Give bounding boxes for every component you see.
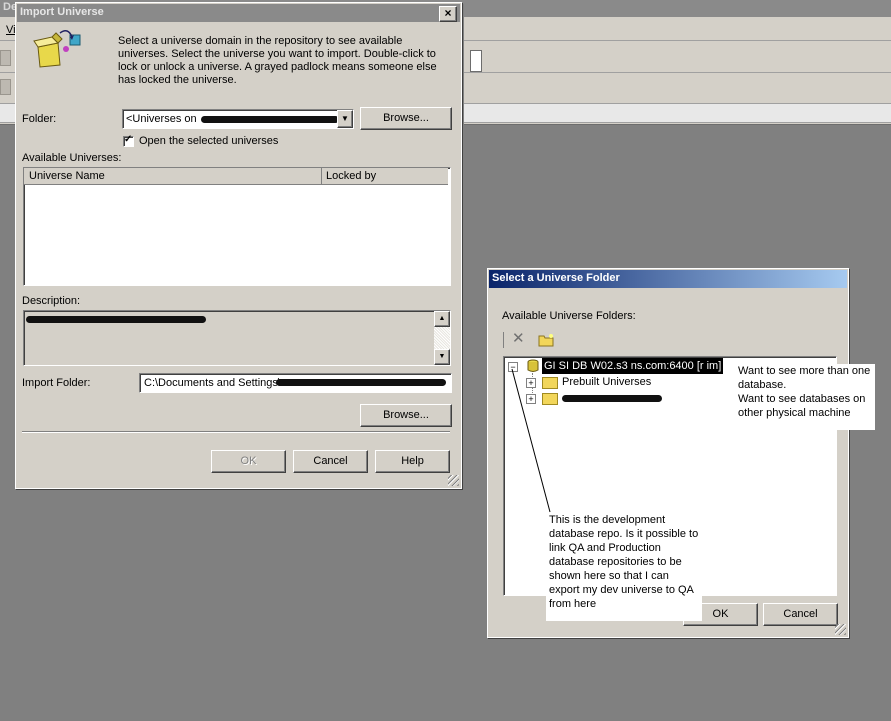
checkmark-icon: ✓: [124, 134, 133, 145]
cancel-button[interactable]: Cancel: [293, 450, 368, 473]
universes-list[interactable]: Universe Name Locked by: [23, 167, 451, 286]
browse-import-folder-button[interactable]: Browse...: [360, 404, 452, 427]
help-button[interactable]: Help: [375, 450, 450, 473]
collapse-icon[interactable]: −: [508, 362, 518, 372]
note-line: link QA and Production: [549, 542, 661, 554]
toolbar-button-2[interactable]: [0, 79, 11, 95]
tree-item-label: Prebuilt Universes: [562, 376, 652, 388]
note-line: Want to see databases on: [738, 393, 866, 405]
description-label: Description:: [22, 295, 81, 307]
folder-icon: [542, 393, 558, 405]
import-folder-field[interactable]: C:\Documents and Settings\: [139, 373, 452, 393]
resize-grip[interactable]: [448, 475, 459, 486]
annotation-note-bottom: This is the development database repo. I…: [546, 513, 702, 621]
note-line: other physical machine: [738, 407, 851, 419]
description-box: ▲ ▼: [23, 310, 451, 366]
import-wizard-icon: [33, 30, 81, 68]
folder-dialog-titlebar: Select a Universe Folder: [489, 270, 847, 288]
chevron-down-icon[interactable]: ▼: [337, 110, 353, 128]
scroll-down-icon[interactable]: ▼: [434, 349, 450, 365]
close-button[interactable]: ×: [439, 6, 457, 22]
delete-icon[interactable]: ✕: [512, 331, 525, 347]
toolbar-field[interactable]: [470, 50, 482, 72]
new-folder-icon[interactable]: [538, 333, 554, 347]
toolbar-button[interactable]: [0, 50, 11, 66]
note-line: This is the development: [549, 514, 666, 526]
ok-button[interactable]: OK: [211, 450, 286, 473]
note-line: database repo. Is it possible to: [549, 528, 699, 540]
redacted-text: [201, 116, 339, 123]
open-selected-checkbox[interactable]: ✓: [123, 134, 134, 147]
annotation-note-top-right: Want to see more than one database. Want…: [735, 364, 875, 430]
toolbar-separator: [503, 332, 504, 348]
folder-select-value: <Universes on: [126, 113, 197, 125]
resize-grip[interactable]: [835, 624, 846, 635]
note-line: from here: [549, 598, 597, 610]
open-selected-label: Open the selected universes: [139, 135, 279, 147]
import-folder-label: Import Folder:: [22, 377, 91, 389]
browse-folder-button[interactable]: Browse...: [360, 107, 452, 130]
folder-icon: [542, 377, 558, 389]
folder-label: Folder:: [22, 113, 57, 125]
column-header-locked-by[interactable]: Locked by: [322, 168, 448, 185]
scroll-up-icon[interactable]: ▲: [434, 311, 450, 327]
import-dialog-titlebar: Import Universe ×: [17, 4, 460, 22]
redacted-text: [562, 395, 662, 402]
import-dialog-title: Import Universe: [20, 6, 104, 18]
folder-dialog-title: Select a Universe Folder: [492, 272, 620, 284]
expand-icon[interactable]: +: [526, 378, 536, 388]
folder-select[interactable]: <Universes on ▼: [122, 109, 354, 129]
redacted-text: [276, 379, 446, 386]
available-universes-label: Available Universes:: [22, 152, 122, 164]
tree-root-label: GI SI DB W02.s3 ns.com:6400 [r im]: [542, 358, 724, 374]
import-universe-dialog: Import Universe × Select a universe doma…: [15, 2, 462, 489]
divider: [22, 431, 450, 433]
available-folders-label: Available Universe Folders:: [502, 310, 636, 322]
note-line: database.: [738, 379, 787, 391]
redacted-text: [26, 316, 206, 323]
import-folder-value: C:\Documents and Settings\: [144, 377, 281, 389]
cancel-button[interactable]: Cancel: [763, 603, 838, 626]
database-icon: [527, 359, 539, 372]
note-line: Want to see more than one: [738, 365, 871, 377]
note-line: shown here so that I can: [549, 570, 669, 582]
instructions-text: Select a universe domain in the reposito…: [118, 35, 437, 86]
column-header-universe-name[interactable]: Universe Name: [24, 168, 322, 185]
vertical-scrollbar[interactable]: ▲ ▼: [434, 311, 450, 365]
note-line: export my dev universe to QA: [549, 584, 694, 596]
expand-icon[interactable]: +: [526, 394, 536, 404]
note-line: database repositories to be: [549, 556, 682, 568]
